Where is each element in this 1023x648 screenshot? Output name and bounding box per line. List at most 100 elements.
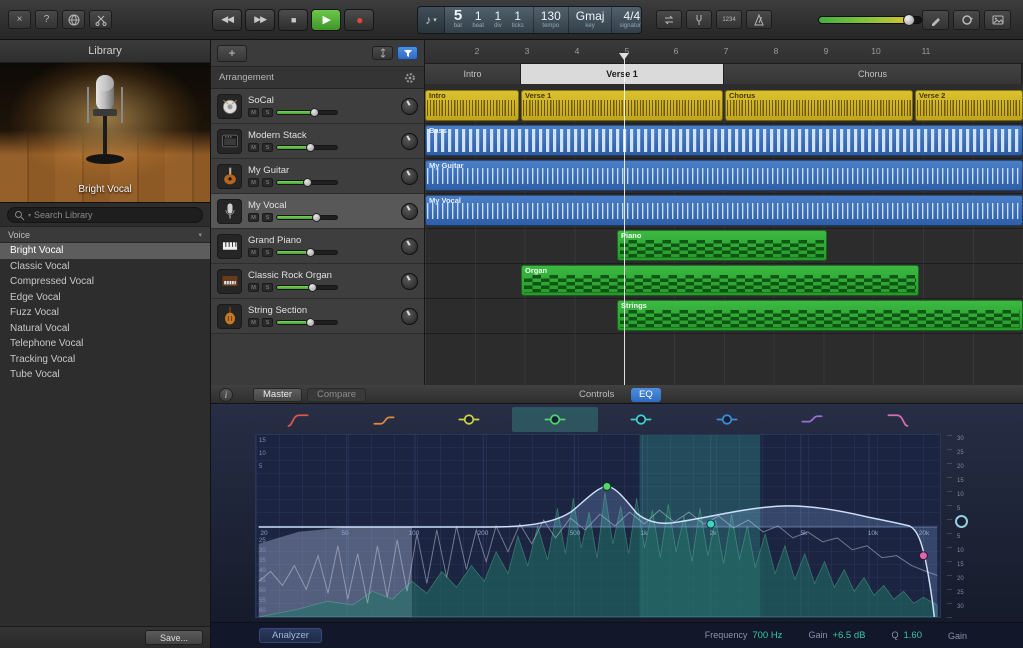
- eq-band-bell3-button[interactable]: [598, 407, 684, 432]
- analyzer-button[interactable]: Analyzer: [259, 628, 322, 643]
- gain-readout[interactable]: Gain +6.5 dB: [808, 630, 865, 641]
- mute-button[interactable]: M: [248, 108, 259, 117]
- browser-button[interactable]: [62, 10, 85, 29]
- region-piano[interactable]: Piano: [617, 230, 827, 261]
- mute-button[interactable]: M: [248, 318, 259, 327]
- lcd-key[interactable]: Gmajkey: [569, 7, 613, 33]
- lcd-display[interactable]: ♪ ▾ 5bar 1beat 1div 1ticks 130tempo Gmaj…: [417, 6, 642, 34]
- marker-chorus[interactable]: Chorus: [724, 64, 1021, 84]
- track-row-string-section[interactable]: String Section M S: [211, 299, 424, 334]
- lcd-tempo[interactable]: 130tempo: [534, 7, 569, 33]
- track-row-my-vocal[interactable]: My Vocal M S: [211, 194, 424, 229]
- count-in-button[interactable]: 1234: [716, 10, 742, 29]
- compare-button[interactable]: Compare: [307, 388, 366, 402]
- library-item[interactable]: Natural Vocal: [0, 321, 210, 337]
- notepad-button[interactable]: [922, 10, 949, 30]
- tab-eq[interactable]: EQ: [631, 388, 661, 402]
- library-item[interactable]: Fuzz Vocal: [0, 305, 210, 321]
- arrangement-row[interactable]: Arrangement: [211, 67, 424, 89]
- rewind-button[interactable]: ◀◀: [212, 9, 242, 31]
- eq-band-lowshelf-button[interactable]: [341, 407, 427, 432]
- lcd-signature[interactable]: 4/4signature: [612, 7, 642, 33]
- mute-button[interactable]: M: [248, 143, 259, 152]
- solo-button[interactable]: S: [262, 213, 273, 222]
- eq-band-bell4-button[interactable]: [684, 407, 770, 432]
- search-input[interactable]: ▾ Search Library: [7, 207, 203, 223]
- track-row-grand-piano[interactable]: Grand Piano M S: [211, 229, 424, 264]
- bar-ruler[interactable]: 2 3 4 5 6 7 8 9 10 11: [425, 40, 1023, 64]
- marker-verse-1[interactable]: Verse 1: [521, 64, 723, 84]
- track-zoom-button[interactable]: [372, 46, 393, 60]
- mute-button[interactable]: M: [248, 283, 259, 292]
- volume-knob[interactable]: [903, 14, 915, 26]
- eq-band-highshelf-button[interactable]: [770, 407, 856, 432]
- inspector-button[interactable]: i: [219, 388, 233, 402]
- add-track-button[interactable]: +: [217, 45, 247, 62]
- cycle-button[interactable]: [656, 10, 682, 29]
- library-category-header[interactable]: Voice ▾: [0, 227, 210, 243]
- region-my-guitar[interactable]: My Guitar: [425, 160, 1023, 191]
- region-my-vocal[interactable]: My Vocal: [425, 195, 1023, 226]
- region-bass[interactable]: Bass: [425, 125, 1023, 156]
- master-volume-slider[interactable]: [818, 16, 922, 24]
- eq-band-highpass-button[interactable]: [255, 407, 341, 432]
- mute-button[interactable]: M: [248, 213, 259, 222]
- library-item[interactable]: Tracking Vocal: [0, 352, 210, 368]
- solo-button[interactable]: S: [262, 283, 273, 292]
- solo-button[interactable]: S: [262, 248, 273, 257]
- track-volume-slider[interactable]: [276, 250, 338, 255]
- q-readout[interactable]: Q 1.60: [891, 630, 922, 641]
- solo-button[interactable]: S: [262, 178, 273, 187]
- track-volume-slider[interactable]: [276, 180, 338, 185]
- lcd-mode-menu[interactable]: ♪ ▾: [418, 7, 445, 33]
- library-item[interactable]: Classic Vocal: [0, 259, 210, 275]
- solo-button[interactable]: S: [262, 143, 273, 152]
- library-item[interactable]: Compressed Vocal: [0, 274, 210, 290]
- pan-knob[interactable]: [401, 238, 418, 255]
- track-volume-slider[interactable]: [276, 215, 338, 220]
- band-handle-teal[interactable]: [707, 520, 715, 528]
- playhead-handle[interactable]: [619, 53, 629, 65]
- band-handle-green[interactable]: [603, 482, 611, 490]
- mute-button[interactable]: M: [248, 178, 259, 187]
- track-volume-slider[interactable]: [276, 285, 338, 290]
- mute-button[interactable]: M: [248, 248, 259, 257]
- pan-knob[interactable]: [401, 273, 418, 290]
- track-row-classic-rock-organ[interactable]: Classic Rock Organ M S: [211, 264, 424, 299]
- pan-knob[interactable]: [401, 203, 418, 220]
- close-button[interactable]: ×: [8, 10, 31, 29]
- eq-graph[interactable]: 15 10 5 25 30 35 40 45 50 55 60 20 50 10…: [255, 434, 941, 618]
- tuner-button[interactable]: [686, 10, 712, 29]
- eq-band-bell1-button[interactable]: [427, 407, 513, 432]
- timeline[interactable]: 2 3 4 5 6 7 8 9 10 11 Intro Verse 1 Chor…: [425, 40, 1023, 385]
- region-organ[interactable]: Organ: [521, 265, 919, 296]
- help-button[interactable]: ?: [35, 10, 58, 29]
- library-item[interactable]: Edge Vocal: [0, 290, 210, 306]
- library-item[interactable]: Bright Vocal: [0, 243, 210, 259]
- play-button[interactable]: ▶: [311, 9, 341, 31]
- frequency-readout[interactable]: Frequency 700 Hz: [705, 630, 783, 641]
- metronome-button[interactable]: [746, 10, 772, 29]
- playhead[interactable]: [624, 54, 625, 385]
- media-browser-button[interactable]: [984, 10, 1011, 30]
- solo-button[interactable]: S: [262, 108, 273, 117]
- pan-knob[interactable]: [401, 168, 418, 185]
- region-socal-intro[interactable]: Intro: [425, 90, 519, 121]
- tools-button[interactable]: [89, 10, 112, 29]
- solo-button[interactable]: S: [262, 318, 273, 327]
- loop-browser-button[interactable]: [953, 10, 980, 30]
- library-item[interactable]: Tube Vocal: [0, 367, 210, 383]
- stop-button[interactable]: ■: [278, 9, 308, 31]
- region-socal-chorus[interactable]: Chorus: [725, 90, 913, 121]
- catch-playhead-button[interactable]: [397, 46, 418, 60]
- marker-intro[interactable]: Intro: [425, 64, 520, 84]
- track-row-socal[interactable]: SoCal M S: [211, 89, 424, 124]
- pan-knob[interactable]: [401, 98, 418, 115]
- region-strings[interactable]: Strings: [617, 300, 1023, 331]
- track-volume-slider[interactable]: [276, 110, 338, 115]
- region-socal-verse1[interactable]: Verse 1: [521, 90, 723, 121]
- output-gain-knob[interactable]: [955, 515, 968, 528]
- tab-controls[interactable]: Controls: [571, 388, 622, 402]
- library-item[interactable]: Telephone Vocal: [0, 336, 210, 352]
- track-volume-slider[interactable]: [276, 320, 338, 325]
